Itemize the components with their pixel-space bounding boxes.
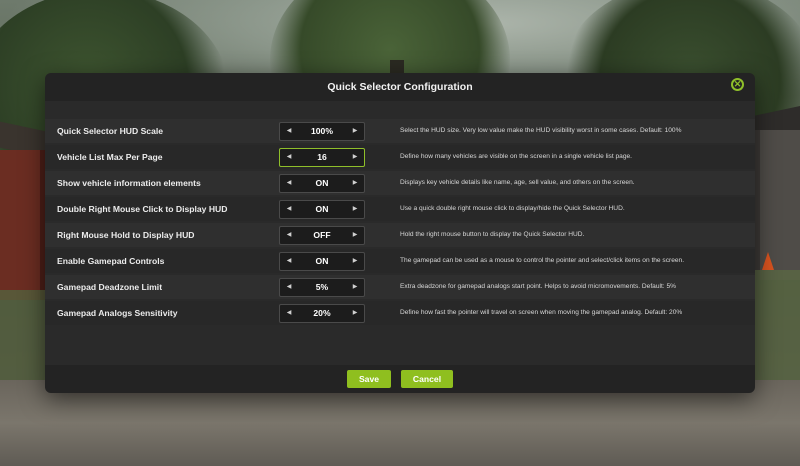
quick-selector-config-dialog: Quick Selector Configuration ✕ Quick Sel… bbox=[45, 73, 755, 393]
arrow-right-icon[interactable]: ▶ bbox=[348, 279, 362, 296]
arrow-right-icon[interactable]: ▶ bbox=[348, 253, 362, 270]
value-stepper[interactable]: ◀ OFF ▶ bbox=[279, 226, 365, 245]
grass-right bbox=[748, 270, 800, 380]
arrow-left-icon[interactable]: ◀ bbox=[282, 253, 296, 270]
setting-description: The gamepad can be used as a mouse to co… bbox=[400, 257, 685, 264]
cancel-button[interactable]: Cancel bbox=[401, 370, 453, 388]
setting-row-right-mouse-hold-hud: Right Mouse Hold to Display HUD ◀ OFF ▶ Hold… bbox=[45, 223, 755, 247]
value-stepper[interactable]: ◀ 100% ▶ bbox=[279, 122, 365, 141]
value-stepper[interactable]: ◀ 20% ▶ bbox=[279, 304, 365, 323]
setting-label: Gamepad Analogs Sensitivity bbox=[57, 308, 178, 318]
stepper-value: 100% bbox=[311, 126, 333, 136]
arrow-right-icon[interactable]: ▶ bbox=[348, 149, 362, 166]
shed bbox=[754, 130, 800, 280]
setting-row-enable-gamepad: Enable Gamepad Controls ◀ ON ▶ The gamepad c… bbox=[45, 249, 755, 273]
red-barn bbox=[0, 150, 46, 300]
arrow-right-icon[interactable]: ▶ bbox=[348, 227, 362, 244]
setting-row-gamepad-sensitivity: Gamepad Analogs Sensitivity ◀ 20% ▶ Define h… bbox=[45, 301, 755, 325]
setting-description: Define how fast the pointer will travel … bbox=[400, 309, 683, 316]
arrow-right-icon[interactable]: ▶ bbox=[348, 123, 362, 140]
stepper-value: 16 bbox=[317, 152, 327, 162]
setting-description: Select the HUD size. Very low value make… bbox=[400, 127, 682, 134]
traffic-cone bbox=[762, 252, 774, 270]
setting-row-gamepad-deadzone: Gamepad Deadzone Limit ◀ 5% ▶ Extra deadzone… bbox=[45, 275, 755, 299]
arrow-right-icon[interactable]: ▶ bbox=[348, 175, 362, 192]
setting-label: Vehicle List Max Per Page bbox=[57, 152, 163, 162]
setting-description: Define how many vehicles are visible on … bbox=[400, 153, 633, 160]
setting-row-show-vehicle-info: Show vehicle information elements ◀ ON ▶ Dis… bbox=[45, 171, 755, 195]
value-stepper[interactable]: ◀ 16 ▶ bbox=[279, 148, 365, 167]
value-stepper[interactable]: ◀ ON ▶ bbox=[279, 252, 365, 271]
setting-description: Hold the right mouse button to display t… bbox=[400, 231, 585, 238]
arrow-left-icon[interactable]: ◀ bbox=[282, 149, 296, 166]
close-icon[interactable]: ✕ bbox=[731, 78, 744, 91]
value-stepper[interactable]: ◀ ON ▶ bbox=[279, 174, 365, 193]
dialog-footer: Save Cancel bbox=[45, 365, 755, 393]
arrow-left-icon[interactable]: ◀ bbox=[282, 305, 296, 322]
arrow-left-icon[interactable]: ◀ bbox=[282, 123, 296, 140]
stepper-value: ON bbox=[315, 204, 329, 214]
settings-list: Quick Selector HUD Scale ◀ 100% ▶ Select the… bbox=[45, 101, 755, 365]
stepper-value: ON bbox=[315, 178, 329, 188]
setting-row-double-right-click-hud: Double Right Mouse Click to Display HUD ◀… bbox=[45, 197, 755, 221]
setting-row-vehicle-list-max: Vehicle List Max Per Page ◀ 16 ▶ Define how … bbox=[45, 145, 755, 169]
arrow-right-icon[interactable]: ▶ bbox=[348, 305, 362, 322]
setting-label: Quick Selector HUD Scale bbox=[57, 126, 164, 136]
setting-label: Enable Gamepad Controls bbox=[57, 256, 165, 266]
stepper-value: ON bbox=[315, 256, 329, 266]
setting-label: Double Right Mouse Click to Display HUD bbox=[57, 204, 228, 214]
arrow-left-icon[interactable]: ◀ bbox=[282, 279, 296, 296]
setting-label: Show vehicle information elements bbox=[57, 178, 201, 188]
stepper-value: 5% bbox=[315, 282, 329, 292]
save-button[interactable]: Save bbox=[347, 370, 391, 388]
setting-label: Right Mouse Hold to Display HUD bbox=[57, 230, 195, 240]
arrow-right-icon[interactable]: ▶ bbox=[348, 201, 362, 218]
setting-label: Gamepad Deadzone Limit bbox=[57, 282, 163, 292]
setting-row-hud-scale: Quick Selector HUD Scale ◀ 100% ▶ Select the… bbox=[45, 119, 755, 143]
dialog-title: Quick Selector Configuration bbox=[327, 81, 473, 93]
arrow-left-icon[interactable]: ◀ bbox=[282, 227, 296, 244]
setting-description: Displays key vehicle details like name, … bbox=[400, 179, 635, 186]
stepper-value: OFF bbox=[313, 230, 331, 240]
setting-description: Extra deadzone for gamepad analogs start… bbox=[400, 283, 676, 290]
setting-description: Use a quick double right mouse click to … bbox=[400, 205, 625, 212]
value-stepper[interactable]: ◀ 5% ▶ bbox=[279, 278, 365, 297]
arrow-left-icon[interactable]: ◀ bbox=[282, 201, 296, 218]
arrow-left-icon[interactable]: ◀ bbox=[282, 175, 296, 192]
value-stepper[interactable]: ◀ ON ▶ bbox=[279, 200, 365, 219]
stepper-value: 20% bbox=[313, 308, 331, 318]
